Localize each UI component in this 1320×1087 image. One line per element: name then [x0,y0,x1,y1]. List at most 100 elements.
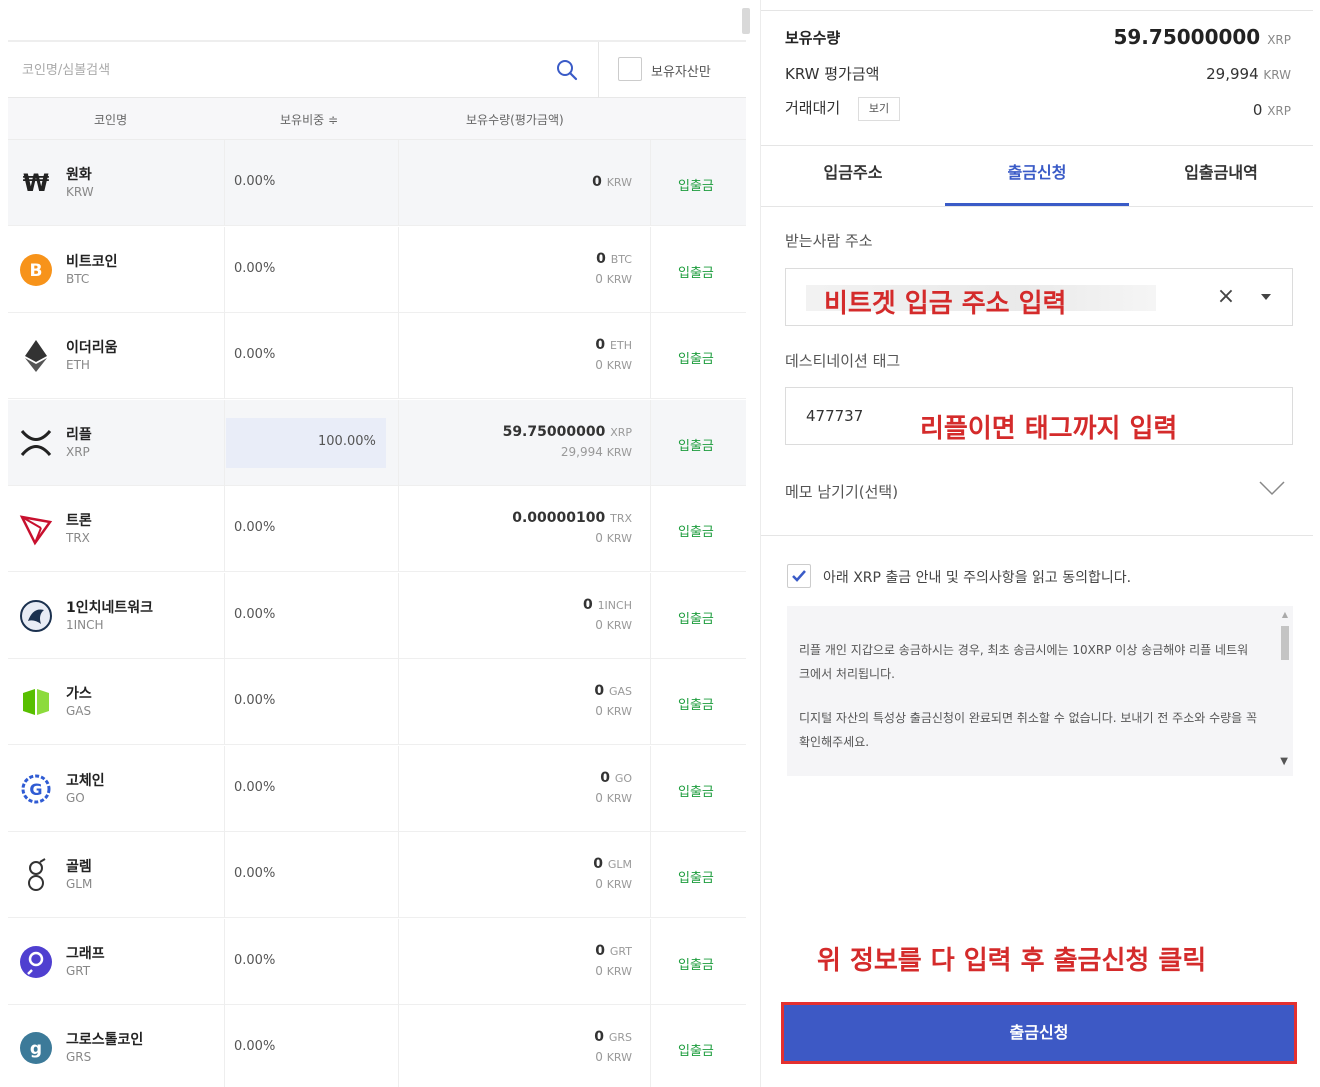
deposit-withdraw-link[interactable]: 입출금 [678,521,714,540]
coin-symbol: GO [66,790,85,805]
table-row[interactable]: B 비트코인 BTC 0.00% 0 BTC 0 KRW 입출금 [8,226,746,313]
tab-withdraw-request[interactable]: 출금신청 [945,146,1129,206]
dropdown-caret-icon[interactable] [1260,291,1272,303]
column-divider [398,226,399,313]
notice-box: 리플 개인 지갑으로 송금하시는 경우, 최초 송금시에는 10XRP 이상 송… [787,606,1293,776]
tron-icon [18,511,54,547]
notice-scrollbar-thumb[interactable] [1281,626,1289,660]
tab-deposit-address[interactable]: 입금주소 [761,146,945,206]
tab-bar: 입금주소 출금신청 입출금내역 [761,145,1313,207]
column-divider [398,140,399,226]
owned-only-label: 보유자산만 [651,65,711,80]
header-holdings[interactable]: 보유수량(평가금액) [466,111,564,128]
table-row[interactable]: 골렘 GLM 0.00% 0 GLM 0 KRW 입출금 [8,832,746,918]
coin-symbol: XRP [66,444,90,459]
column-divider [224,1005,225,1087]
table-row[interactable]: 리플 XRP 100.00% 59.75000000 XRP 29,994 KRW 입출금 [8,399,746,486]
deposit-withdraw-link[interactable]: 입출금 [678,262,714,281]
table-row[interactable]: ₩ 원화 KRW 0.00% 0 KRW 입출금 [8,140,746,226]
table-row[interactable]: 1인치네트워크 1INCH 0.00% 0 1INCH 0 KRW 입출금 [8,572,746,659]
holding-amount: 0 GLM [593,856,632,872]
column-divider [650,486,651,572]
address-input[interactable]: 비트겟 입금 주소 입력 × [785,268,1293,326]
holding-ratio: 0.00% [234,1039,276,1054]
column-divider [398,659,399,745]
table-row[interactable]: 그래프 GRT 0.00% 0 GRT 0 KRW 입출금 [8,918,746,1005]
holding-krw-value: 0 KRW [595,704,632,718]
coin-symbol: GAS [66,704,92,718]
krw-value: 29,994 KRW [1206,65,1291,83]
scroll-down-icon[interactable]: ▼ [1280,756,1288,767]
table-row[interactable]: g 그로스톨코인 GRS 0.00% 0 GRS 0 KRW 입출금 [8,1005,746,1087]
table-row[interactable]: G 고체인 GO 0.00% 0 GO 0 KRW 입출금 [8,745,746,832]
holding-amount: 0 GRT [595,942,632,959]
deposit-withdraw-link[interactable]: 입출금 [678,954,714,973]
holding-krw-value: 0 KRW [595,963,632,978]
scrollbar-thumb[interactable] [742,8,750,34]
column-divider [650,313,651,399]
coin-name: 비트코인 [66,253,118,270]
holding-krw-value: 0 KRW [595,877,632,891]
divider [598,42,599,98]
holdings-label: 보유수량 [785,29,841,47]
deposit-withdraw-link[interactable]: 입출금 [678,781,714,800]
header-coin-name[interactable]: 코인명 [94,111,127,128]
deposit-withdraw-link[interactable]: 입출금 [678,608,714,627]
svg-text:G: G [29,780,42,799]
holding-krw-value: 0 KRW [595,531,632,545]
coin-symbol: GRT [66,963,91,978]
tab-history[interactable]: 입출금내역 [1129,146,1313,206]
holding-krw-value: 0 KRW [595,617,632,632]
destination-tag-input[interactable]: 477737 리플이면 태그까지 입력 [785,387,1293,445]
agree-checkbox[interactable] [787,564,811,588]
deposit-withdraw-link[interactable]: 입출금 [678,348,714,367]
table-row[interactable]: 가스 GAS 0.00% 0 GAS 0 KRW 입출금 [8,659,746,745]
column-divider [224,313,225,399]
holding-ratio: 0.00% [234,520,276,535]
pending-label: 거래대기 [785,99,841,117]
memo-toggle[interactable]: 메모 남기기(선택) [761,466,1313,536]
holding-ratio: 0.00% [234,174,276,189]
clear-icon[interactable]: × [1216,285,1236,309]
coin-name: 그로스톨코인 [66,1032,144,1048]
holding-ratio: 0.00% [234,866,276,881]
header-ratio[interactable]: 보유비중 ≑ [280,111,338,128]
owned-only-checkbox[interactable] [618,57,642,81]
search-input[interactable] [8,42,598,98]
holding-krw-value: 0 KRW [595,358,632,372]
deposit-withdraw-link[interactable]: 입출금 [678,175,714,194]
holding-ratio: 0.00% [234,347,276,362]
holdings-summary: 보유수량 59.75000000 XRP KRW 평가금액 29,994 KRW… [761,10,1313,145]
holding-krw-value: 0 KRW [595,1050,632,1064]
deposit-withdraw-link[interactable]: 입출금 [678,694,714,713]
coin-name: 이더리움 [66,340,118,356]
column-divider [398,1005,399,1087]
holding-amount: 0 KRW [592,174,632,190]
column-divider [398,313,399,399]
search-icon[interactable] [556,59,578,81]
check-icon [792,570,806,582]
pending-view-button[interactable]: 보기 [858,97,900,121]
deposit-withdraw-link[interactable]: 입출금 [678,867,714,886]
submit-annotation: 위 정보를 다 입력 후 출금신청 클릭 [817,946,1207,976]
holding-amount: 59.75000000 XRP [502,423,632,440]
table-row[interactable]: 트론 TRX 0.00% 0.00000100 TRX 0 KRW 입출금 [8,486,746,572]
coin-name: 고체인 [66,772,105,789]
column-divider [398,572,399,659]
column-divider [650,659,651,745]
svg-text:₩: ₩ [23,169,50,197]
column-divider [224,918,225,1005]
table-row[interactable]: 이더리움 ETH 0.00% 0 ETH 0 KRW 입출금 [8,313,746,399]
coin-name: 가스 [66,686,92,702]
withdraw-submit-button[interactable]: 출금신청 [781,1002,1297,1064]
column-divider [224,226,225,313]
tag-label: 데스티네이션 태그 [785,352,901,370]
scroll-up-icon[interactable]: ▲ [1282,610,1288,619]
column-divider [398,399,399,486]
tag-value: 477737 [806,407,864,425]
deposit-withdraw-link[interactable]: 입출금 [678,1040,714,1059]
holding-krw-value: 0 KRW [595,271,632,286]
column-divider [398,745,399,832]
holding-amount: 0.00000100 TRX [512,510,632,526]
deposit-withdraw-link[interactable]: 입출금 [678,435,714,454]
